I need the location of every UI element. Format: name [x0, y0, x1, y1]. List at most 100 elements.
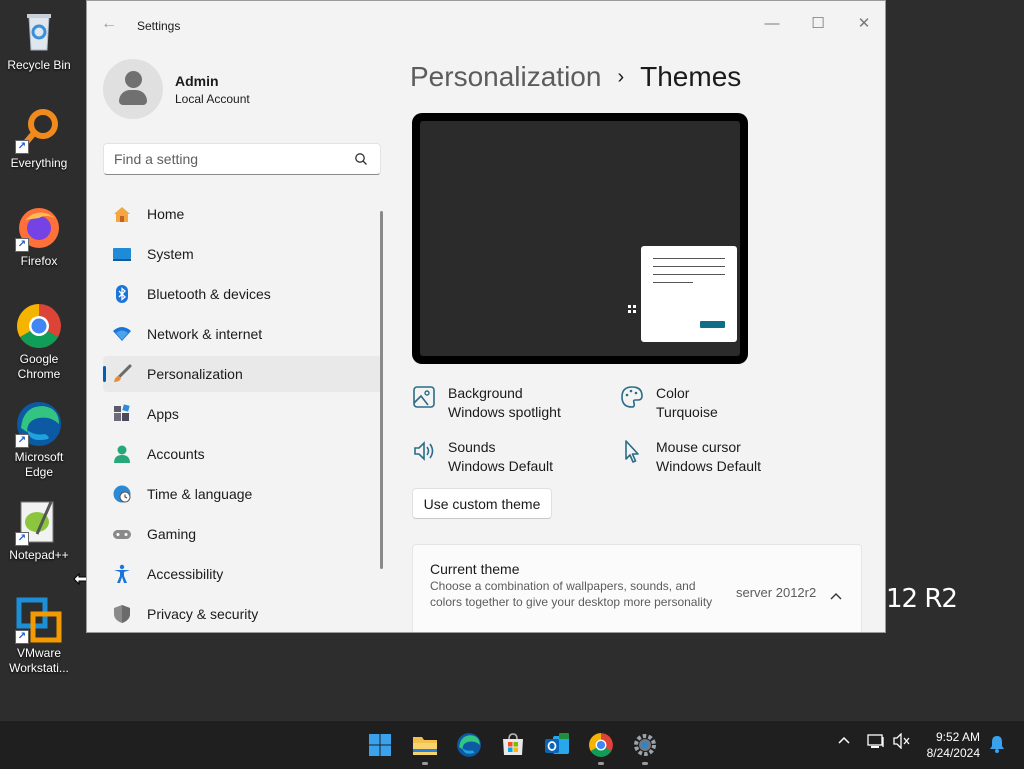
- sidebar-item-label: Accounts: [147, 446, 205, 462]
- desktop-icon-notepadpp[interactable]: ↗ Notepad++: [0, 498, 78, 563]
- chevron-up-icon[interactable]: [837, 733, 851, 752]
- shield-icon: [111, 603, 133, 625]
- settings-window: ← Settings — ☐ ✕ Admin Local Account Hom…: [86, 0, 886, 633]
- search-input[interactable]: [104, 144, 354, 174]
- search-box[interactable]: [103, 143, 381, 175]
- store-icon[interactable]: [497, 729, 529, 761]
- desktop-icon-label: Notepad++: [9, 548, 69, 562]
- accounts-icon: [111, 443, 133, 465]
- sidebar-item-home[interactable]: Home: [103, 196, 383, 232]
- sidebar-nav: Home System Bluetooth & devices Network …: [103, 196, 383, 632]
- sidebar-item-label: Time & language: [147, 486, 253, 502]
- desktop-icon-vmware[interactable]: ↗ VMware Workstati...: [0, 596, 78, 676]
- sidebar-item-label: Bluetooth & devices: [147, 286, 271, 302]
- notepadpp-icon: ↗: [15, 498, 63, 546]
- desktop-icon-label: Firefox: [20, 254, 58, 268]
- cursor-title: Mouse cursor: [656, 439, 741, 455]
- sidebar-item-bluetooth[interactable]: Bluetooth & devices: [103, 276, 383, 312]
- sidebar-item-network[interactable]: Network & internet: [103, 316, 383, 352]
- sidebar-scrollbar[interactable]: [380, 211, 383, 569]
- vmware-icon: ↗: [15, 596, 63, 644]
- cursor-value: Windows Default: [656, 458, 762, 474]
- chrome-icon[interactable]: [585, 729, 617, 765]
- taskbar: 9:52 AM 8/24/2024: [0, 720, 1024, 769]
- sounds-setting[interactable]: Sounds Windows Default: [412, 438, 553, 476]
- color-setting[interactable]: Color Turquoise: [620, 384, 718, 422]
- edge-icon[interactable]: [453, 729, 485, 761]
- user-profile[interactable]: Admin Local Account: [103, 59, 250, 119]
- accessibility-icon: [111, 563, 133, 585]
- background-setting[interactable]: Background Windows spotlight: [412, 384, 561, 422]
- sidebar-item-accounts[interactable]: Accounts: [103, 436, 383, 472]
- firefox-icon: ↗: [15, 204, 63, 252]
- sidebar-item-accessibility[interactable]: Accessibility: [103, 556, 383, 592]
- chrome-icon: [15, 302, 63, 350]
- shortcut-arrow-icon: ↗: [15, 434, 29, 448]
- clock[interactable]: 9:52 AM 8/24/2024: [908, 729, 980, 761]
- start-icon[interactable]: [364, 729, 396, 761]
- desktop-icon-firefox[interactable]: ↗ Firefox: [0, 204, 78, 269]
- maximize-button[interactable]: ☐: [795, 9, 841, 39]
- sidebar-item-privacy[interactable]: Privacy & security: [103, 596, 383, 632]
- shortcut-arrow-icon: ↗: [15, 140, 29, 154]
- desktop-icon-label: Recycle Bin: [7, 58, 71, 72]
- breadcrumb-parent[interactable]: Personalization: [410, 61, 601, 93]
- desktop-icon-edge[interactable]: ↗ Microsoft Edge: [0, 400, 78, 480]
- notification-bell-icon[interactable]: [989, 735, 1005, 758]
- shortcut-arrow-icon: ↗: [15, 532, 29, 546]
- preview-dialog: [641, 246, 737, 342]
- user-name: Admin: [175, 72, 219, 89]
- breadcrumb: Personalization › Themes: [410, 61, 741, 93]
- sidebar-item-label: Apps: [147, 406, 179, 422]
- speaker-icon: [412, 439, 438, 465]
- outlook-icon[interactable]: [541, 729, 573, 761]
- clock-date: 8/24/2024: [926, 746, 980, 760]
- sidebar-item-label: Accessibility: [147, 566, 224, 582]
- sidebar-item-label: Personalization: [147, 366, 243, 382]
- title-bar: ← Settings — ☐ ✕: [87, 1, 885, 49]
- sidebar-item-apps[interactable]: Apps: [103, 396, 383, 432]
- use-custom-theme-button[interactable]: Use custom theme: [412, 488, 552, 519]
- sidebar-item-personalization[interactable]: Personalization: [103, 356, 383, 392]
- sidebar-item-label: System: [147, 246, 194, 262]
- sounds-title: Sounds: [448, 439, 496, 455]
- search-icon[interactable]: [354, 152, 368, 171]
- shortcut-arrow-icon: ↗: [15, 630, 29, 644]
- clock-globe-icon: [111, 483, 133, 505]
- window-title: Settings: [137, 19, 181, 33]
- account-type: Local Account: [175, 91, 250, 106]
- clock-time: 9:52 AM: [935, 730, 980, 744]
- back-arrow-icon[interactable]: ←: [101, 15, 117, 33]
- desktop-icon-label: Everything: [10, 156, 68, 170]
- network-icon[interactable]: [866, 733, 886, 756]
- current-theme-title: Current theme: [430, 561, 520, 577]
- settings-icon[interactable]: [629, 729, 661, 765]
- shortcut-arrow-icon: ↗: [15, 238, 29, 252]
- gamepad-icon: [111, 523, 133, 545]
- mouse-cursor-setting[interactable]: Mouse cursor Windows Default: [620, 438, 761, 476]
- close-button[interactable]: ✕: [841, 9, 885, 39]
- cursor-icon: [620, 439, 646, 465]
- windows-logo-icon: [628, 305, 636, 313]
- desktop-icon-chrome[interactable]: Google Chrome: [0, 302, 78, 382]
- sounds-value: Windows Default: [448, 458, 554, 474]
- background-title: Background: [448, 385, 523, 401]
- current-theme-card[interactable]: Current theme Choose a combination of wa…: [412, 544, 862, 632]
- chevron-right-icon: ›: [617, 65, 625, 88]
- chevron-up-icon[interactable]: [830, 587, 842, 605]
- system-icon: [111, 243, 133, 265]
- edge-icon: ↗: [15, 400, 63, 448]
- sidebar-item-gaming[interactable]: Gaming: [103, 516, 383, 552]
- sidebar-item-system[interactable]: System: [103, 236, 383, 272]
- minimize-button[interactable]: —: [749, 9, 795, 39]
- desktop-icon-label: Microsoft Edge: [14, 450, 64, 479]
- file-explorer-icon[interactable]: [409, 729, 441, 765]
- desktop-icon-everything[interactable]: ↗ Everything: [0, 106, 78, 171]
- color-value: Turquoise: [656, 404, 718, 420]
- desktop-icon-recycle-bin[interactable]: Recycle Bin: [0, 8, 78, 73]
- brush-icon: [111, 363, 133, 385]
- apps-icon: [111, 403, 133, 425]
- sidebar-item-time-language[interactable]: Time & language: [103, 476, 383, 512]
- sidebar-item-label: Privacy & security: [147, 606, 259, 622]
- desktop-icon-label: Google Chrome: [17, 352, 61, 381]
